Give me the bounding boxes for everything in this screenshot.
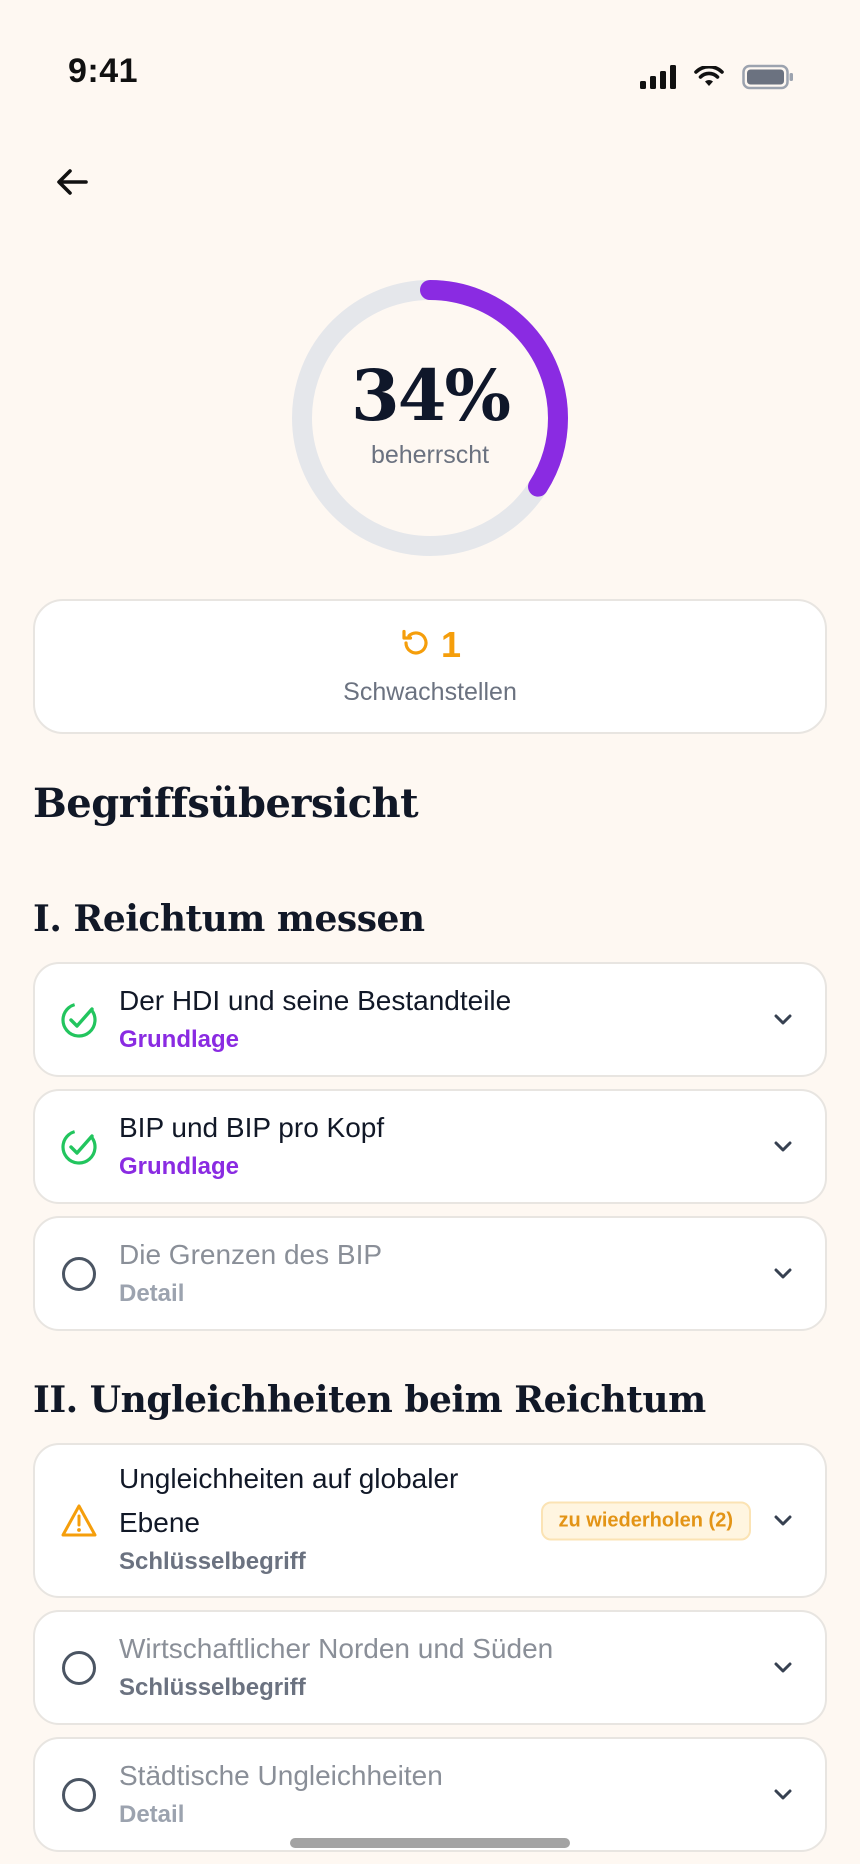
concept-title: BIP und BIP pro Kopf (119, 1112, 385, 1143)
status-icons (640, 64, 794, 95)
check-circle-icon (59, 1127, 99, 1167)
concept-item[interactable]: Der HDI und seine Bestandteile Grundlage (33, 962, 827, 1077)
empty-circle-icon (59, 1648, 99, 1688)
status-time: 9:41 (68, 52, 139, 90)
concept-category: Detail (119, 1280, 185, 1307)
concept-item[interactable]: Städtische Ungleichheiten Detail (33, 1737, 827, 1852)
concept-category: Grundlage (119, 1026, 240, 1053)
chevron-down-icon[interactable] (767, 1004, 799, 1036)
mastery-progress-ring: 34% beherrscht (288, 276, 572, 560)
weak-points-count: 1 (440, 624, 462, 665)
battery-icon (742, 64, 794, 95)
empty-circle-icon (59, 1775, 99, 1815)
refresh-icon (399, 627, 431, 664)
chevron-down-icon[interactable] (767, 1779, 799, 1811)
check-circle-icon (59, 1000, 99, 1040)
concept-title-line2: Ebene (119, 1507, 200, 1538)
concept-category: Grundlage (119, 1153, 240, 1180)
weak-points-label: Schwachstellen (343, 677, 517, 706)
concept-category: Detail (119, 1801, 185, 1828)
chevron-down-icon[interactable] (767, 1131, 799, 1163)
section-title: I. Reichtum messen (33, 898, 425, 940)
concept-title: Städtische Ungleichheiten (119, 1760, 443, 1791)
wifi-icon (694, 64, 724, 93)
mastery-label: beherrscht (370, 440, 490, 469)
status-bar: 9:41 (0, 0, 860, 140)
weak-points-card[interactable]: 1 Schwachstellen (33, 599, 827, 734)
concept-item[interactable]: Die Grenzen des BIP Detail (33, 1216, 827, 1331)
chevron-down-icon[interactable] (767, 1652, 799, 1684)
concept-title: Der HDI und seine Bestandteile (119, 985, 512, 1016)
concept-category: Schlüsselbegriff (119, 1548, 306, 1575)
concept-category: Schlüsselbegriff (119, 1674, 306, 1701)
overview-title: Begriffsübersicht (33, 780, 419, 827)
signal-icon (640, 65, 676, 94)
concept-title-line1: Ungleichheiten auf globaler (119, 1463, 459, 1494)
back-button[interactable] (46, 158, 98, 210)
warning-triangle-icon (59, 1501, 99, 1541)
concept-title: Wirtschaftlicher Norden und Süden (119, 1633, 554, 1664)
mastery-percent: 34% (351, 353, 511, 437)
chevron-down-icon[interactable] (767, 1505, 799, 1537)
home-indicator (290, 1838, 570, 1848)
chevron-down-icon[interactable] (767, 1258, 799, 1290)
empty-circle-icon (59, 1254, 99, 1294)
concept-item[interactable]: Ungleichheiten auf globaler Ebene Schlüs… (33, 1443, 827, 1598)
section-title: II. Ungleichheiten beim Reichtum (33, 1379, 706, 1421)
concept-title: Die Grenzen des BIP (119, 1239, 383, 1270)
concept-item[interactable]: Wirtschaftlicher Norden und Süden Schlüs… (33, 1610, 827, 1725)
arrow-left-icon (52, 162, 92, 207)
concept-item[interactable]: BIP und BIP pro Kopf Grundlage (33, 1089, 827, 1204)
review-badge: zu wiederholen (2) (540, 1501, 751, 1540)
